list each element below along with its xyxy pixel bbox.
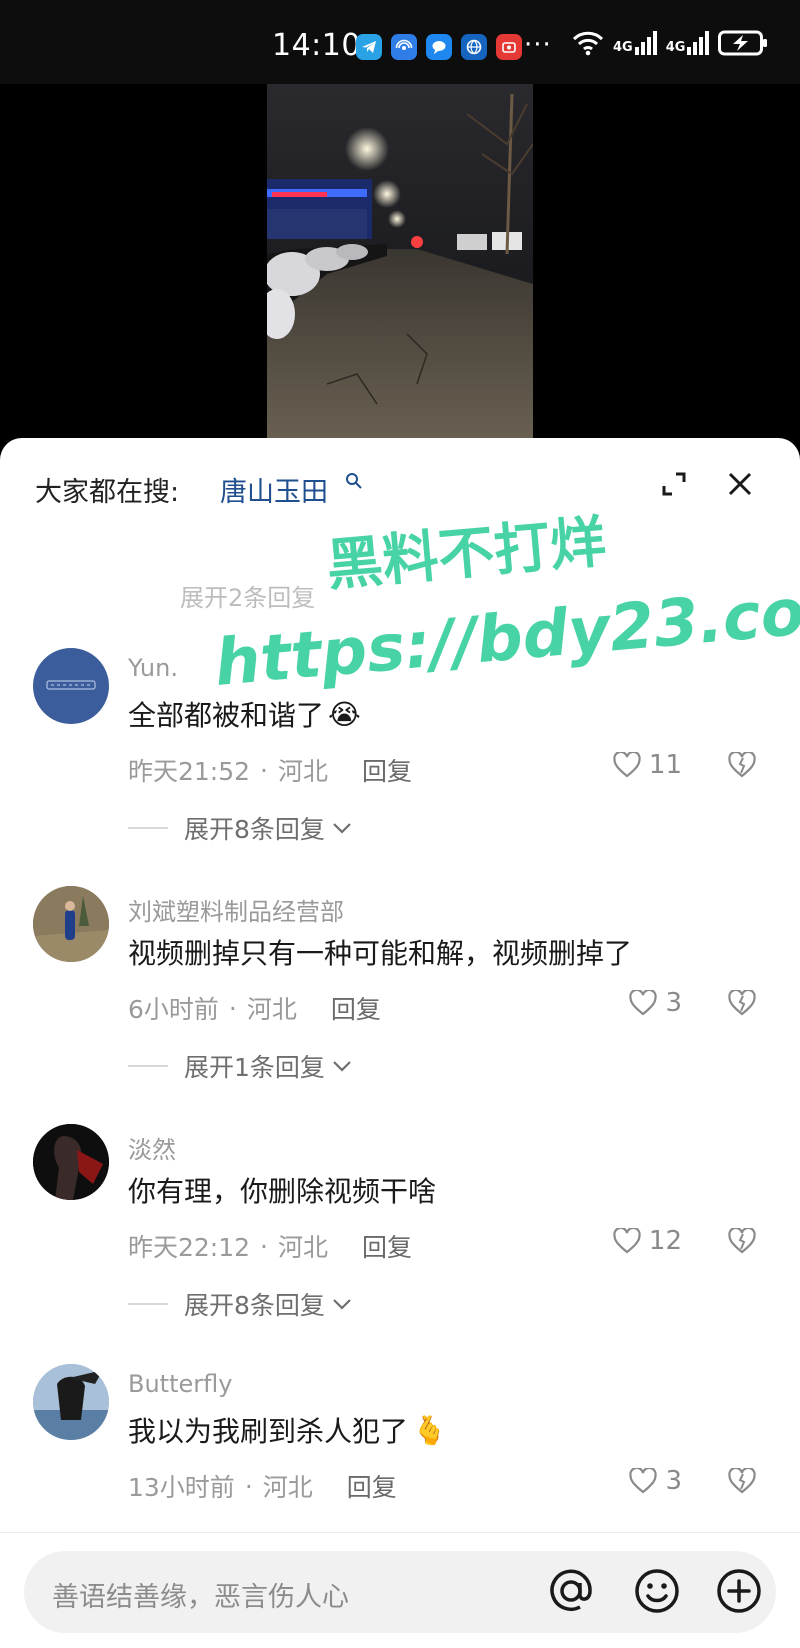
emoji-icon[interactable] <box>632 1565 682 1617</box>
video-player[interactable] <box>0 84 800 444</box>
collapsed-replies-faded: 展开2条回复 <box>180 584 316 612</box>
avatar[interactable] <box>33 886 109 962</box>
like-button[interactable]: 12 <box>613 1226 682 1256</box>
reply-button[interactable]: 回复 <box>362 1228 412 1264</box>
at-mention-icon[interactable] <box>546 1563 596 1619</box>
expand-replies[interactable]: 展开8条回复 <box>128 810 353 846</box>
more-notifications: ··· <box>524 30 552 60</box>
comment-time: 昨天22:12 <box>128 1233 251 1262</box>
like-button[interactable]: 3 <box>629 1466 682 1496</box>
telegram-icon <box>356 34 382 60</box>
reply-button[interactable]: 回复 <box>347 1468 397 1504</box>
comment-location: 河北 <box>262 1473 313 1502</box>
reply-button[interactable]: 回复 <box>362 752 412 788</box>
system-icons: 4G 4G <box>572 30 768 56</box>
comment-text: 你有理，你删除视频干啥 <box>128 1175 437 1208</box>
chevron-down-icon <box>333 1061 351 1072</box>
avatar[interactable] <box>33 648 109 724</box>
dislike-icon[interactable] <box>728 990 756 1016</box>
comment-time: 昨天21:52 <box>128 757 251 786</box>
comment-time: 6小时前 <box>128 995 219 1024</box>
heart-icon <box>613 752 641 778</box>
chevron-down-icon <box>333 823 351 834</box>
comment-author[interactable]: 淡然 <box>128 1130 176 1165</box>
battery-charging-icon <box>718 30 768 56</box>
comment-author[interactable]: Butterfly <box>128 1370 232 1398</box>
finger-heart-emoji: 🫰 <box>412 1413 447 1447</box>
comment-meta: 昨天22:12 · 河北 回复 <box>128 1228 412 1264</box>
notification-icons <box>356 34 522 60</box>
like-count: 3 <box>665 1466 682 1496</box>
comment-location: 河北 <box>278 1233 329 1262</box>
status-time: 14:10 <box>272 28 361 63</box>
comment-input-bar: 善语结善缘，恶言伤人心 <box>0 1532 800 1648</box>
fullscreen-expand-icon[interactable] <box>658 468 690 500</box>
comment-input[interactable]: 善语结善缘，恶言伤人心 <box>24 1551 776 1633</box>
expand-replies[interactable]: 展开1条回复 <box>128 1048 353 1084</box>
status-bar: 14:10 ··· 4G 4G <box>0 0 800 84</box>
reply-button[interactable]: 回复 <box>331 990 381 1026</box>
wireless-share-icon <box>391 34 417 60</box>
globe-app-icon <box>461 34 487 60</box>
comment-meta: 昨天21:52 · 河北 回复 <box>128 752 412 788</box>
signal-bars-icon <box>634 31 657 55</box>
like-count: 11 <box>648 750 682 780</box>
comment-time: 13小时前 <box>128 1473 235 1502</box>
expand-replies[interactable]: 展开8条回复 <box>128 1286 353 1322</box>
red-app-icon <box>496 34 522 60</box>
comment-author[interactable]: 刘斌塑料制品经营部 <box>128 892 344 927</box>
trending-search-link[interactable]: 唐山玉田 <box>220 470 328 509</box>
like-count: 3 <box>665 988 682 1018</box>
heart-icon <box>613 1228 641 1254</box>
avatar[interactable] <box>33 1364 109 1440</box>
comment-input-placeholder: 善语结善缘，恶言伤人心 <box>52 1582 349 1613</box>
like-button[interactable]: 3 <box>629 988 682 1018</box>
dislike-icon[interactable] <box>728 1468 756 1494</box>
comment-meta: 6小时前 · 河北 回复 <box>128 990 381 1026</box>
comment-author[interactable]: Yun. <box>128 654 178 682</box>
crying-emoji: 😭 <box>328 697 361 731</box>
comment-text: 我以为我刷到杀人犯了 🫰 <box>128 1413 447 1449</box>
like-button[interactable]: 11 <box>613 750 682 780</box>
add-attachment-icon[interactable] <box>714 1565 764 1617</box>
signal-bars-icon <box>687 31 710 55</box>
heart-icon <box>629 990 658 1016</box>
cellular-signal-1: 4G <box>613 31 657 55</box>
like-count: 12 <box>648 1226 682 1256</box>
video-thumbnail <box>267 84 533 444</box>
trending-label: 大家都在搜: <box>35 477 180 508</box>
close-icon[interactable] <box>726 470 754 498</box>
comment-meta: 13小时前 · 河北 回复 <box>128 1468 397 1504</box>
cellular-signal-2: 4G <box>666 31 710 55</box>
comment-location: 河北 <box>246 995 297 1024</box>
comments-panel: 大家都在搜: 唐山玉田 展开2条回复 Yun. 全部都被和谐了 😭 昨天21:5… <box>0 438 800 1648</box>
comment-text: 全部都被和谐了 😭 <box>128 697 361 733</box>
dislike-icon[interactable] <box>728 1228 756 1254</box>
dislike-icon[interactable] <box>728 752 756 778</box>
chat-bubble-icon <box>426 34 452 60</box>
search-icon[interactable] <box>345 472 363 490</box>
comments-header: 大家都在搜: 唐山玉田 <box>0 438 800 534</box>
heart-icon <box>629 1468 658 1494</box>
comment-text: 视频删掉只有一种可能和解，视频删掉了 <box>128 937 633 970</box>
avatar[interactable] <box>33 1124 109 1200</box>
wifi-icon <box>572 31 604 56</box>
comment-location: 河北 <box>278 757 329 786</box>
chevron-down-icon <box>333 1299 351 1310</box>
